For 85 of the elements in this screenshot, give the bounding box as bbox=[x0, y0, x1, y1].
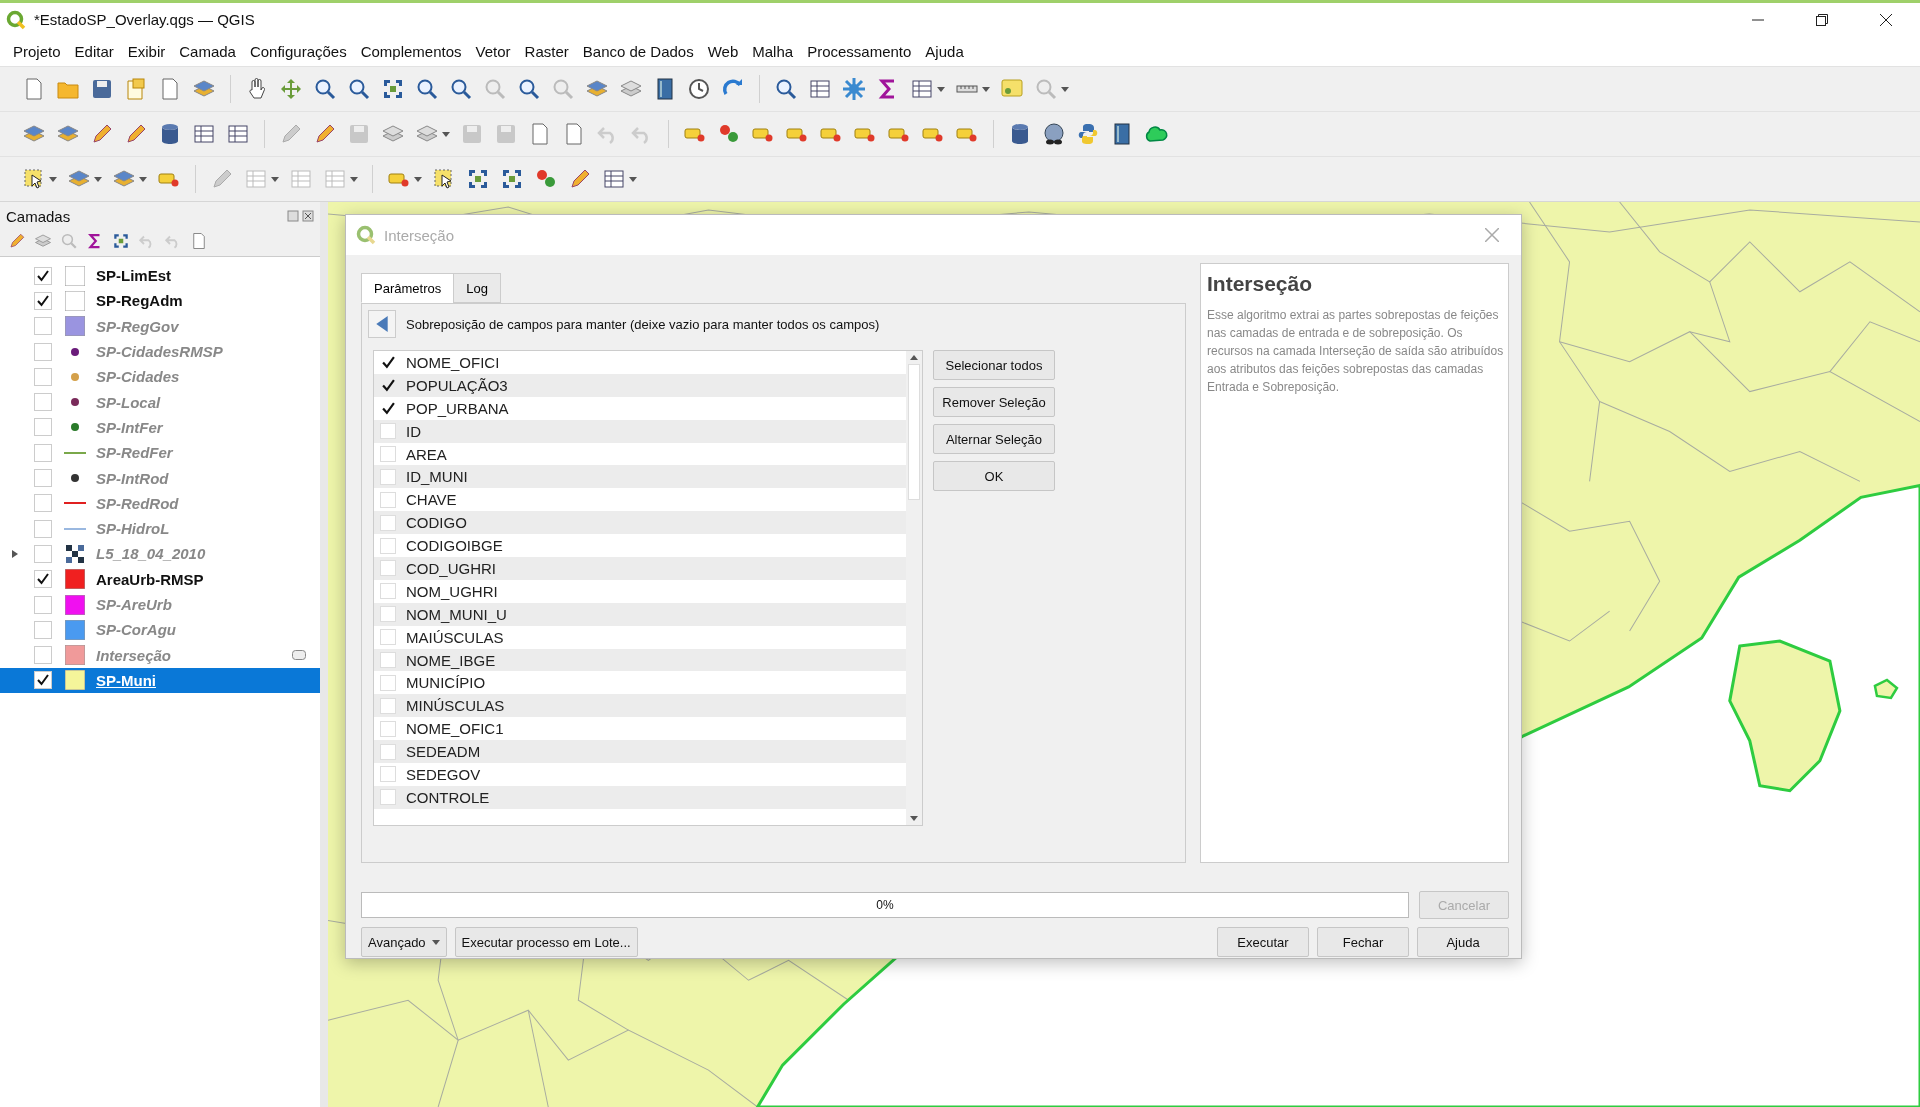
batch-button[interactable]: Executar processo em Lote... bbox=[454, 927, 638, 957]
field-name: SEDEADM bbox=[406, 743, 481, 761]
side-button[interactable]: OK bbox=[933, 461, 1055, 491]
field-name: COD_UGHRI bbox=[406, 559, 496, 577]
layer-item[interactable]: SP-AreUrb bbox=[0, 591, 320, 618]
field-name: MINÚSCULAS bbox=[406, 697, 505, 715]
menu-item[interactable]: Complementos bbox=[353, 38, 469, 64]
field-name: NOM_MUNI_U bbox=[406, 605, 507, 623]
layer-item[interactable]: AreaUrb-RMSP bbox=[0, 566, 320, 592]
layer-item[interactable]: SP-CidadesRMSP bbox=[0, 338, 320, 365]
field-name: NOME_OFICI bbox=[406, 353, 500, 371]
layer-name: SP-IntRod bbox=[96, 469, 169, 487]
dialog-button[interactable]: Executar bbox=[1217, 927, 1309, 957]
side-button[interactable]: Remover Seleção bbox=[933, 387, 1055, 417]
side-button[interactable]: Alternar Seleção bbox=[933, 424, 1055, 454]
menu-item[interactable]: Vetor bbox=[468, 38, 518, 64]
menu-item[interactable]: Raster bbox=[517, 38, 576, 64]
layer-name: SP-RegAdm bbox=[96, 292, 183, 310]
layer-name: SP-Local bbox=[96, 393, 161, 411]
dialog-button[interactable]: Fechar bbox=[1317, 927, 1409, 957]
window-title: *EstadoSP_Overlay.qgs — QGIS bbox=[34, 11, 255, 28]
field-name: MUNICÍPIO bbox=[406, 674, 486, 692]
panel-title: Camadas bbox=[6, 207, 71, 225]
layer-item[interactable]: SP-RegAdm bbox=[0, 288, 320, 314]
menu-item[interactable]: Configurações bbox=[242, 38, 354, 64]
layer-name: SP-CidadesRMSP bbox=[96, 343, 223, 361]
layer-name: SP-Cidades bbox=[96, 368, 180, 386]
layer-item[interactable]: SP-RegGov bbox=[0, 313, 320, 339]
field-name: POP_URBANA bbox=[406, 399, 509, 417]
menu-item[interactable]: Editar bbox=[67, 38, 121, 64]
field-name: AREA bbox=[406, 445, 447, 463]
tab[interactable]: Log bbox=[453, 273, 501, 303]
layer-item[interactable]: SP-IntRod bbox=[0, 465, 320, 491]
dropdown-button[interactable]: Avançado bbox=[361, 927, 447, 957]
layer-name: L5_18_04_2010 bbox=[96, 545, 206, 563]
layer-name: SP-LimEst bbox=[96, 267, 171, 285]
menu-item[interactable]: Exibir bbox=[120, 38, 173, 64]
layer-item[interactable]: Interseção bbox=[0, 642, 320, 668]
side-button[interactable]: Selecionar todos bbox=[933, 350, 1055, 380]
layer-name: SP-HidroL bbox=[96, 520, 170, 538]
menu-item[interactable]: Processamento bbox=[800, 38, 919, 64]
menu-item[interactable]: Projeto bbox=[6, 38, 68, 64]
parameter-label: Sobreposição de campos para manter (deixe vazio para manter todos os campos) bbox=[406, 316, 880, 332]
layer-name: SP-CorAgu bbox=[96, 621, 176, 639]
layer-item[interactable]: SP-RedRod bbox=[0, 490, 320, 516]
menu-item[interactable]: Web bbox=[700, 38, 746, 64]
layer-item[interactable]: SP-LimEst bbox=[0, 263, 320, 289]
field-name: NOM_UGHRI bbox=[406, 582, 498, 600]
help-title: Interseção bbox=[1207, 272, 1314, 296]
layer-name: SP-RegGov bbox=[96, 317, 179, 335]
field-name: MAIÚSCULAS bbox=[406, 628, 504, 646]
layer-item[interactable]: SP-RedFer bbox=[0, 440, 320, 466]
menu-item[interactable]: Camada bbox=[172, 38, 243, 64]
layer-item[interactable]: SP-IntFer bbox=[0, 414, 320, 441]
field-name: CHAVE bbox=[406, 491, 457, 509]
menu-item[interactable]: Malha bbox=[745, 38, 801, 64]
dialog-title: Interseção bbox=[384, 226, 455, 244]
layer-name: SP-AreUrb bbox=[96, 596, 172, 613]
layer-name: SP-Muni bbox=[96, 671, 156, 689]
menu-item[interactable]: Banco de Dados bbox=[575, 38, 701, 64]
field-name: ID bbox=[406, 422, 421, 440]
field-name: ID_MUNI bbox=[406, 468, 468, 486]
layer-item[interactable]: SP-Muni bbox=[0, 667, 320, 694]
field-name: CONTROLE bbox=[406, 788, 490, 806]
layer-item[interactable]: SP-HidroL bbox=[0, 515, 320, 542]
layer-item[interactable]: L5_18_04_2010 bbox=[0, 541, 320, 567]
field-name: NOME_IBGE bbox=[406, 651, 496, 669]
field-name: SEDEGOV bbox=[406, 765, 481, 783]
layer-item[interactable]: SP-Cidades bbox=[0, 364, 320, 390]
menu-item[interactable]: Ajuda bbox=[918, 38, 971, 64]
dialog-button[interactable]: Ajuda bbox=[1417, 927, 1509, 957]
layer-name: Interseção bbox=[96, 646, 172, 664]
layer-name: SP-IntFer bbox=[96, 418, 163, 436]
layer-item[interactable]: SP-CorAgu bbox=[0, 617, 320, 643]
field-name: NOME_OFIC1 bbox=[406, 720, 504, 738]
layer-name: AreaUrb-RMSP bbox=[96, 570, 204, 588]
help-text: Esse algoritmo extrai as partes sobrepostas de feições nas camadas de entrada e de sobreposição. Os recursos na camada Interseção de saída são atribuídos aos atributos das feições sobrepostas das camadas Entrada e Sobreposição. bbox=[1207, 307, 1504, 396]
layer-item[interactable]: SP-Local bbox=[0, 389, 320, 415]
layer-name: SP-RedRod bbox=[96, 494, 179, 512]
field-name: CODIGO bbox=[406, 514, 467, 532]
tab[interactable]: Parâmetros bbox=[361, 273, 455, 303]
field-name: POPULAÇÃO3 bbox=[406, 376, 508, 394]
progress-text: 0% bbox=[876, 898, 894, 912]
layer-name: SP-RedFer bbox=[96, 444, 173, 462]
field-name: CODIGOIBGE bbox=[406, 537, 503, 555]
